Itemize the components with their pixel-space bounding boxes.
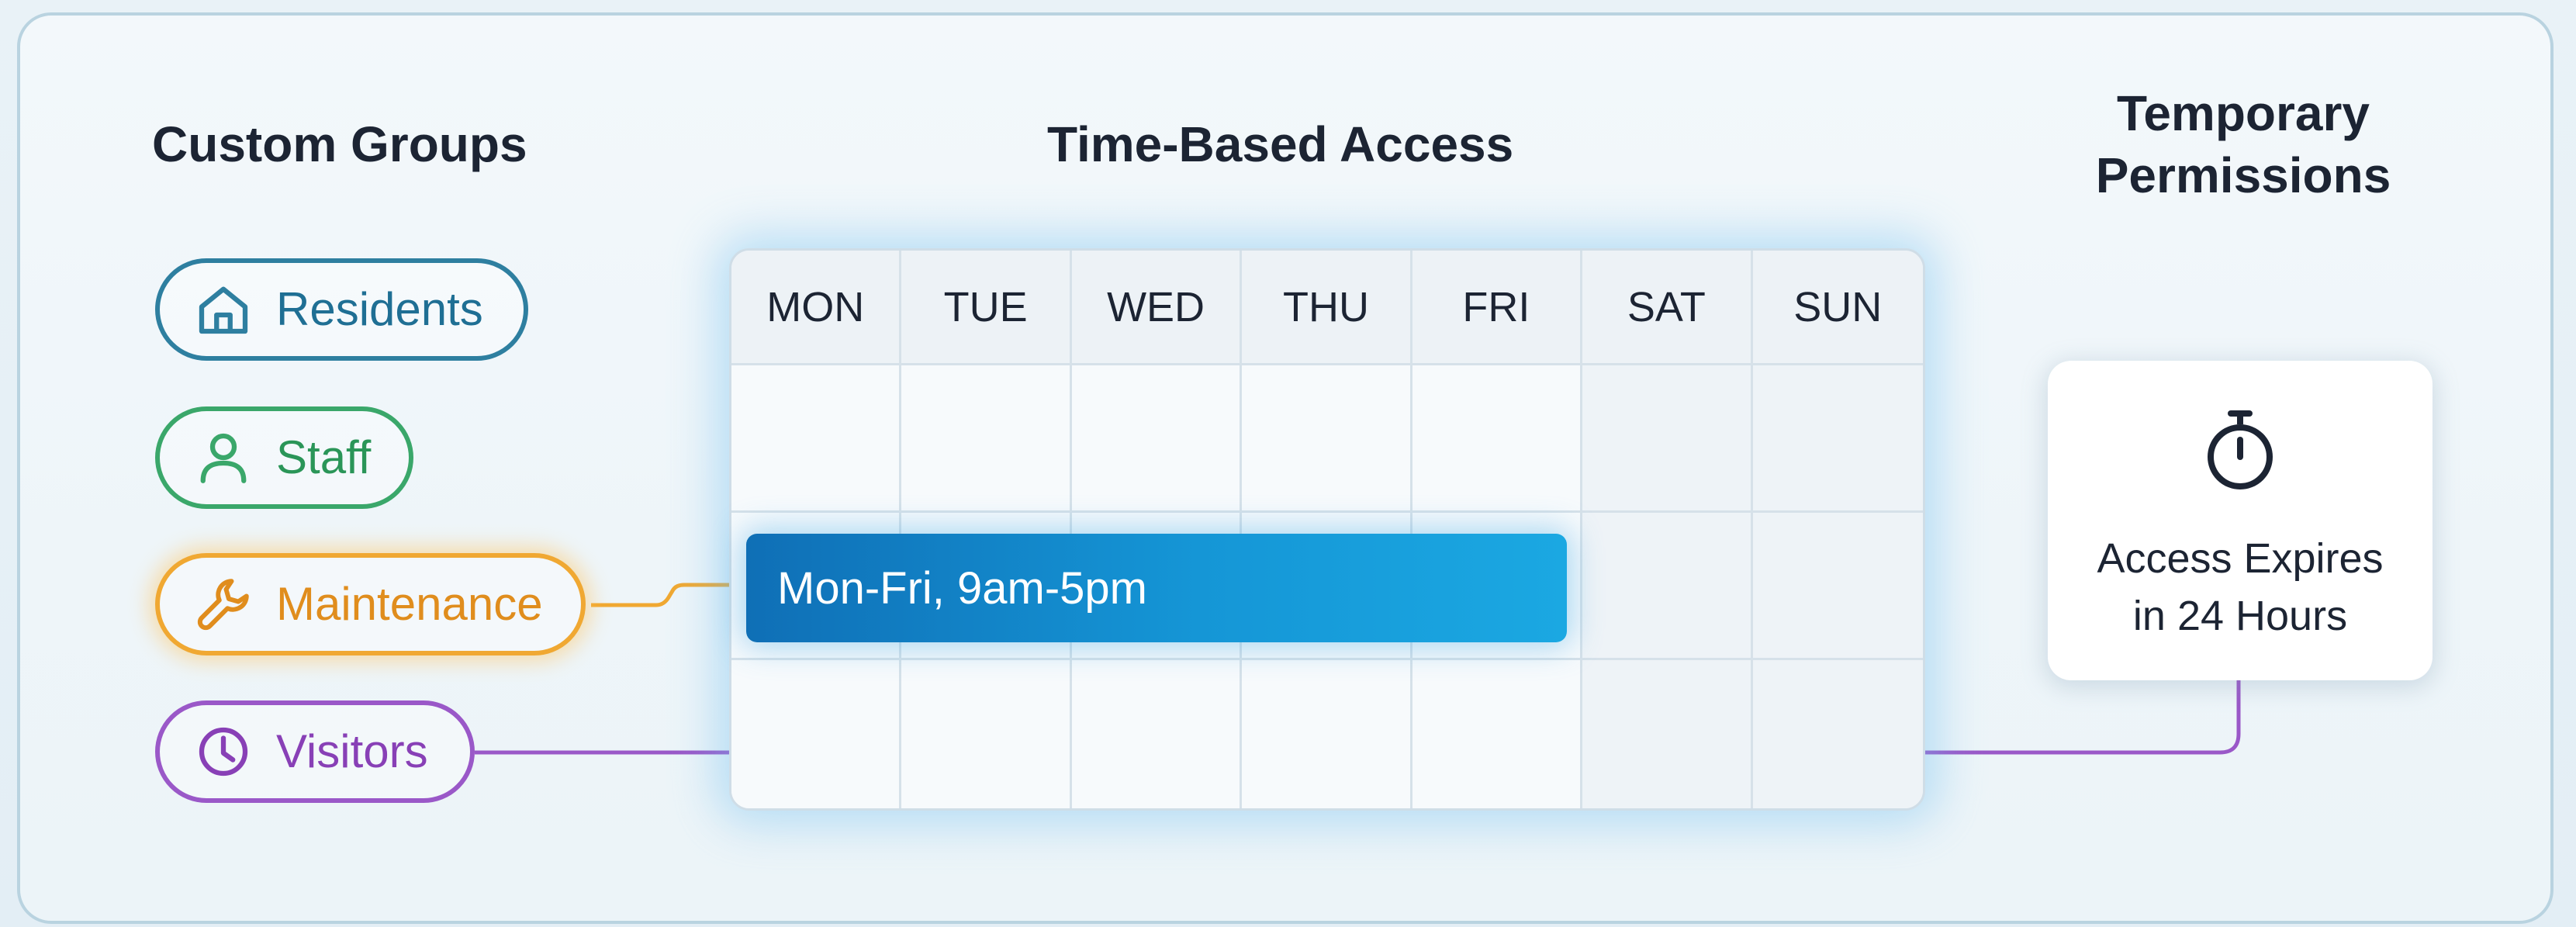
calendar-cell[interactable] <box>1412 365 1583 513</box>
wrench-icon <box>197 579 249 631</box>
expiry-text-line1: Access Expires <box>2097 535 2384 582</box>
temporary-access-card: Access Expires in 24 Hours <box>2048 361 2433 680</box>
day-header-tue: TUE <box>901 251 1072 365</box>
group-label-maintenance: Maintenance <box>276 578 543 630</box>
stopwatch-icon <box>2208 410 2273 489</box>
group-pill-staff[interactable]: Staff <box>155 406 413 509</box>
group-pill-maintenance[interactable]: Maintenance <box>155 553 586 655</box>
day-header-thu: THU <box>1242 251 1412 365</box>
group-pill-visitors[interactable]: Visitors <box>155 700 475 803</box>
calendar-cell[interactable] <box>731 660 902 808</box>
access-control-diagram: Custom Groups Time-Based Access Temporar… <box>0 0 2576 927</box>
calendar-cell[interactable] <box>1752 513 1923 660</box>
calendar-cell[interactable] <box>1242 365 1412 513</box>
user-icon <box>200 433 247 483</box>
calendar-cell[interactable] <box>1582 513 1753 660</box>
day-header-sat: SAT <box>1582 251 1753 365</box>
calendar-cell[interactable] <box>1412 660 1583 808</box>
expiry-text-line2: in 24 Hours <box>2132 593 2348 639</box>
calendar-cell[interactable] <box>1242 660 1412 808</box>
calendar-cell[interactable] <box>1582 660 1753 808</box>
calendar-cell[interactable] <box>731 365 902 513</box>
calendar-cell[interactable] <box>1752 660 1923 808</box>
day-header-wed: WED <box>1071 251 1243 365</box>
calendar-cell[interactable] <box>1071 660 1243 808</box>
day-header-fri: FRI <box>1412 251 1583 365</box>
expiry-text: Access Expires in 24 Hours <box>2048 530 2433 645</box>
maintenance-schedule-block[interactable]: Mon-Fri, 9am-5pm <box>746 534 1567 642</box>
clock-icon <box>199 727 248 777</box>
calendar-cell[interactable] <box>1752 365 1923 513</box>
calendar-cell[interactable] <box>901 365 1072 513</box>
day-header-mon: MON <box>731 251 902 365</box>
group-label-residents: Residents <box>276 283 483 335</box>
group-label-staff: Staff <box>276 431 372 483</box>
group-pill-residents[interactable]: Residents <box>155 258 528 361</box>
calendar-cell[interactable] <box>1582 365 1753 513</box>
calendar-grid: MON TUE WED THU FRI SAT SUN <box>731 251 1923 808</box>
schedule-block-label: Mon-Fri, 9am-5pm <box>777 562 1147 614</box>
group-label-visitors: Visitors <box>276 725 428 777</box>
weekly-calendar: MON TUE WED THU FRI SAT SUN <box>729 248 1925 811</box>
home-icon <box>199 286 248 334</box>
calendar-cell[interactable] <box>1071 365 1243 513</box>
maintenance-connector <box>591 583 746 607</box>
day-header-sun: SUN <box>1752 251 1923 365</box>
calendar-cell[interactable] <box>901 660 1072 808</box>
